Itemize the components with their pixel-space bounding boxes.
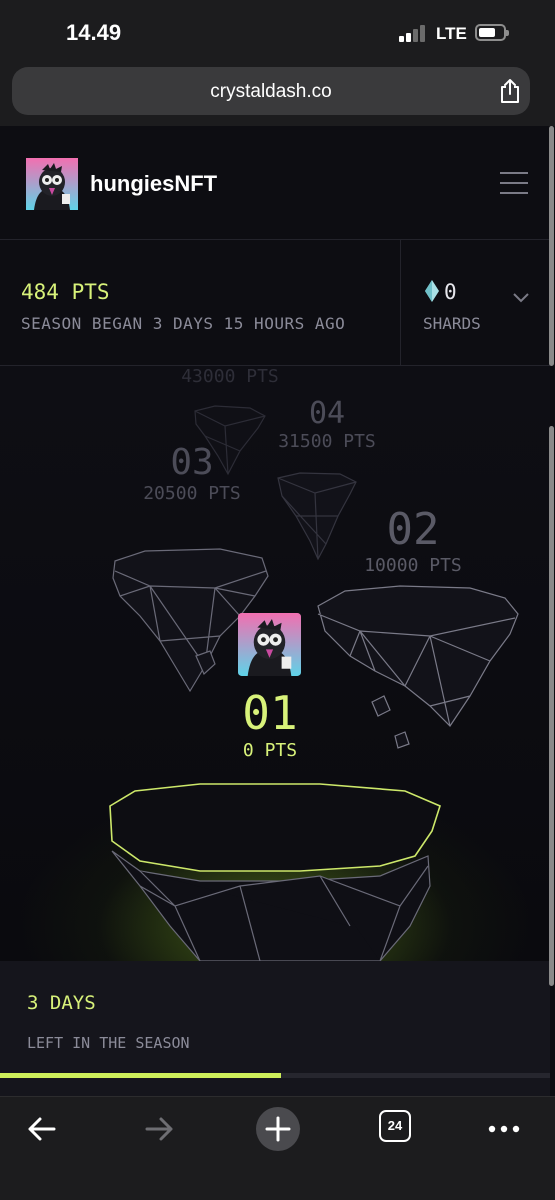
browser-toolbar: crystaldash.co bbox=[0, 62, 555, 126]
back-icon[interactable] bbox=[20, 1109, 64, 1149]
avatar[interactable] bbox=[26, 158, 78, 210]
level-2-number: 02 bbox=[386, 504, 440, 555]
username[interactable]: hungiesNFT bbox=[90, 171, 217, 197]
season-progress bbox=[0, 1073, 550, 1078]
island-02 bbox=[317, 585, 519, 749]
level-5: 43000 PTS bbox=[150, 366, 310, 387]
chevron-down-icon[interactable] bbox=[512, 292, 530, 304]
level-3: 03 20500 PTS bbox=[117, 442, 267, 504]
level-4-points: 31500 PTS bbox=[278, 431, 376, 452]
shard-icon bbox=[425, 280, 439, 302]
level-5-points: 43000 PTS bbox=[181, 366, 279, 387]
level-1-number: 01 bbox=[242, 686, 298, 740]
network-label: LTE bbox=[436, 24, 467, 43]
forward-icon[interactable] bbox=[137, 1109, 181, 1149]
level-4: 04 31500 PTS bbox=[252, 396, 402, 452]
signal-icon bbox=[399, 24, 429, 42]
page-content: hungiesNFT 484 PTS SEASON BEGAN 3 DAYS 1… bbox=[0, 126, 555, 1096]
level-2: 02 10000 PTS bbox=[338, 504, 488, 576]
points-value: 484 PTS bbox=[21, 280, 110, 304]
tabs-icon[interactable]: 24 bbox=[379, 1110, 411, 1142]
site-header: hungiesNFT bbox=[0, 126, 550, 240]
url-text[interactable]: crystaldash.co bbox=[12, 81, 530, 103]
level-3-number: 03 bbox=[170, 442, 214, 483]
island-01 bbox=[109, 783, 441, 872]
clock: 14.49 bbox=[66, 20, 122, 45]
scrollbar[interactable] bbox=[549, 426, 554, 986]
battery-icon bbox=[475, 24, 509, 41]
menu-icon[interactable] bbox=[500, 172, 528, 196]
current-avatar[interactable] bbox=[238, 613, 301, 676]
level-2-points: 10000 PTS bbox=[364, 555, 462, 576]
level-3-points: 20500 PTS bbox=[143, 483, 241, 504]
season-elapsed: SEASON BEGAN 3 DAYS 15 HOURS AGO bbox=[21, 314, 346, 333]
days-left: 3 DAYS bbox=[27, 992, 96, 1014]
days-left-label: LEFT IN THE SEASON bbox=[27, 1034, 190, 1052]
tab-count: 24 bbox=[387, 1118, 403, 1133]
shards-label: SHARDS bbox=[423, 314, 481, 333]
level-map: 43000 PTS 04 31500 PTS 03 20500 PTS 02 1… bbox=[0, 366, 550, 961]
scrollbar[interactable] bbox=[549, 126, 554, 366]
plus-icon[interactable] bbox=[255, 1106, 301, 1152]
level-1: 01 0 PTS bbox=[195, 686, 345, 761]
share-icon[interactable] bbox=[498, 78, 522, 104]
shards-count: 0 bbox=[444, 280, 457, 304]
level-1-points: 0 PTS bbox=[242, 740, 298, 761]
more-icon[interactable] bbox=[482, 1109, 526, 1149]
divider bbox=[400, 240, 401, 366]
address-bar[interactable]: crystaldash.co bbox=[12, 67, 530, 115]
level-4-number: 04 bbox=[308, 396, 346, 431]
season-progress-fill bbox=[0, 1073, 281, 1078]
browser-bottom-bar: 24 bbox=[0, 1096, 555, 1200]
status-bar: 14.49 LTE bbox=[0, 0, 555, 62]
stats-panel: 484 PTS SEASON BEGAN 3 DAYS 15 HOURS AGO… bbox=[0, 240, 550, 366]
